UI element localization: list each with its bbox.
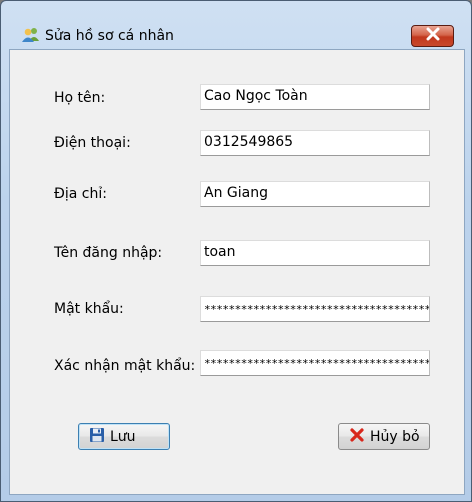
title-bar[interactable]: Sửa hồ sơ cá nhân: [1, 1, 471, 49]
cancel-button[interactable]: Hủy bỏ: [338, 423, 430, 450]
save-button[interactable]: Lưu: [78, 423, 170, 450]
form-panel: Họ tên: Cao Ngọc Toàn Điện thoại: 031254…: [9, 49, 465, 495]
label-address: Địa chỉ:: [54, 186, 107, 202]
label-username: Tên đăng nhập:: [54, 245, 163, 261]
fullname-field[interactable]: Cao Ngọc Toàn: [200, 84, 430, 110]
save-button-label: Lưu: [110, 428, 136, 445]
confirm-password-field[interactable]: ****************************************…: [200, 350, 430, 376]
close-icon: [425, 27, 441, 45]
label-phone: Điện thoại:: [54, 135, 131, 151]
address-field[interactable]: An Giang: [200, 181, 430, 207]
red-x-icon: [349, 427, 365, 447]
close-button[interactable]: [411, 25, 454, 47]
label-fullname: Họ tên:: [54, 90, 106, 106]
cancel-button-label: Hủy bỏ: [370, 428, 420, 445]
window-title: Sửa hồ sơ cá nhân: [45, 28, 174, 44]
dialog-window: Sửa hồ sơ cá nhân Họ tên: Cao Ngọc Toàn …: [0, 0, 472, 502]
label-password: Mật khẩu:: [54, 301, 124, 317]
floppy-disk-icon: [89, 427, 105, 447]
password-field[interactable]: ****************************************…: [200, 296, 430, 322]
users-icon: [21, 27, 41, 43]
username-field[interactable]: toan: [200, 240, 430, 266]
phone-field[interactable]: 0312549865: [200, 130, 430, 156]
label-confirm-password: Xác nhận mật khẩu:: [54, 358, 196, 374]
